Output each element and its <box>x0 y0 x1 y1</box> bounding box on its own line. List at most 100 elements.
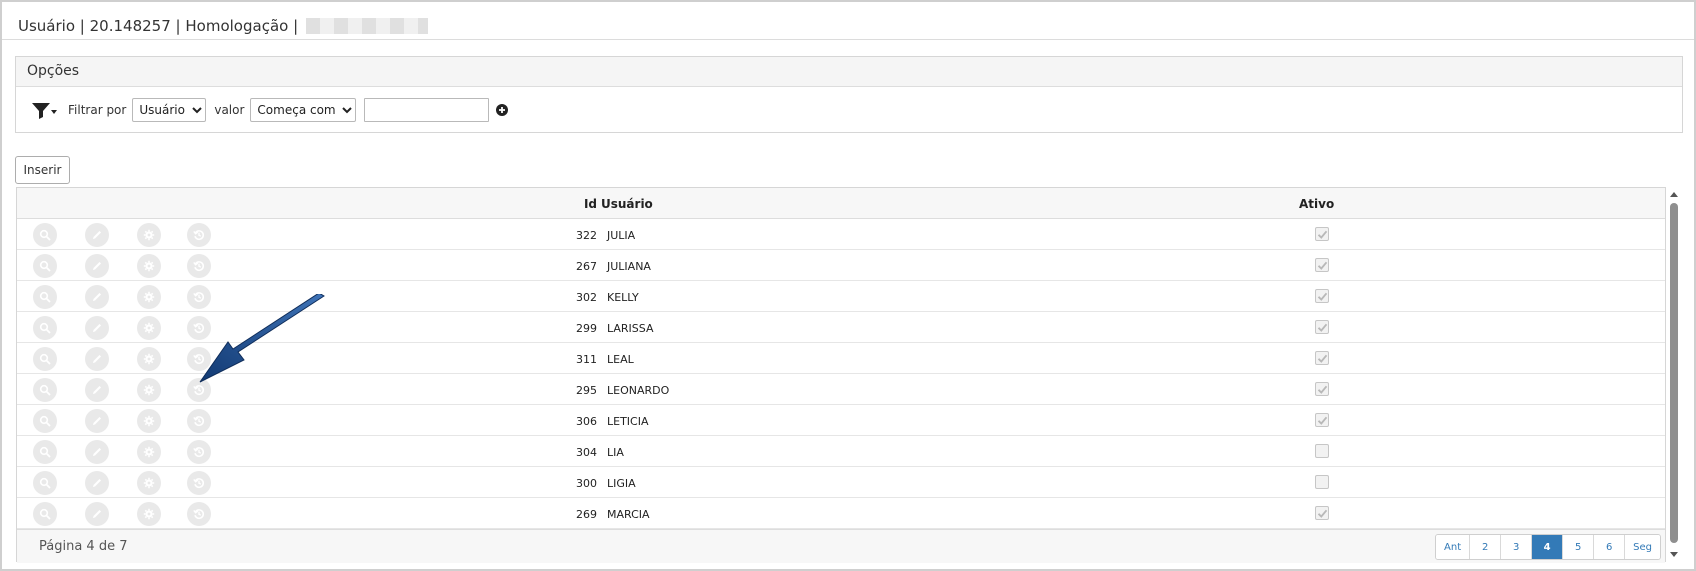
cell-user: LEONARDO <box>607 384 670 397</box>
row-gear-button[interactable] <box>137 347 161 371</box>
row-pencil-button[interactable] <box>85 254 109 278</box>
table-row[interactable]: 322 JULIA <box>17 219 1665 250</box>
cell-user: JULIA <box>607 229 636 242</box>
check-icon <box>1317 354 1327 363</box>
row-pencil-button[interactable] <box>85 440 109 464</box>
column-header-active[interactable]: Ativo <box>1299 197 1334 211</box>
filter-icon[interactable] <box>30 100 58 120</box>
search-icon <box>39 446 51 458</box>
check-icon <box>1317 323 1327 332</box>
search-icon <box>39 353 51 365</box>
row-gear-button[interactable] <box>137 471 161 495</box>
pencil-icon <box>93 479 101 487</box>
pencil-icon <box>93 231 101 239</box>
row-search-button[interactable] <box>33 316 57 340</box>
table-row[interactable]: 300 LIGIA <box>17 467 1665 498</box>
check-icon <box>1317 230 1327 239</box>
search-icon <box>39 415 51 427</box>
table-row[interactable]: 306 LETICIA <box>17 405 1665 436</box>
cell-user: KELLY <box>607 291 639 304</box>
row-search-button[interactable] <box>33 378 57 402</box>
filter-value-input[interactable] <box>364 98 490 122</box>
row-history-button[interactable] <box>187 409 211 433</box>
pagination-page-4[interactable]: 4 <box>1531 535 1563 559</box>
scroll-up-icon[interactable] <box>1669 189 1679 199</box>
gear-icon <box>143 477 155 489</box>
row-gear-button[interactable] <box>137 285 161 309</box>
history-icon <box>193 416 205 427</box>
cell-user: LARISSA <box>607 322 654 335</box>
row-history-button[interactable] <box>187 254 211 278</box>
row-gear-button[interactable] <box>137 502 161 526</box>
pencil-icon <box>93 355 101 363</box>
column-header-user[interactable]: Usuário <box>601 197 653 211</box>
row-gear-button[interactable] <box>137 254 161 278</box>
row-gear-button[interactable] <box>137 223 161 247</box>
cell-id: 306 <box>576 415 597 428</box>
table-row[interactable]: 267 JULIANA <box>17 250 1665 281</box>
row-search-button[interactable] <box>33 254 57 278</box>
scrollbar-thumb[interactable] <box>1670 203 1678 543</box>
pagination-prev-button[interactable]: Ant <box>1436 535 1470 559</box>
pagination-page-2[interactable]: 2 <box>1469 535 1501 559</box>
redacted-text <box>306 17 429 34</box>
column-header-id[interactable]: Id <box>567 197 597 211</box>
pagination-page-5[interactable]: 5 <box>1562 535 1594 559</box>
row-history-button[interactable] <box>187 471 211 495</box>
cell-id: 322 <box>576 229 597 242</box>
pencil-icon <box>93 417 101 425</box>
row-gear-button[interactable] <box>137 378 161 402</box>
row-pencil-button[interactable] <box>85 502 109 526</box>
table-row[interactable]: 304 LIA <box>17 436 1665 467</box>
gear-icon <box>143 508 155 520</box>
gear-icon <box>143 384 155 396</box>
table-row[interactable]: 269 MARCIA <box>17 498 1665 529</box>
grid-footer: Página 4 de 7 Ant 2 3 4 5 6 Seg <box>17 529 1665 563</box>
row-search-button[interactable] <box>33 502 57 526</box>
insert-button[interactable]: Inserir <box>15 156 70 184</box>
search-icon <box>39 229 51 241</box>
filter-operator-select[interactable]: Começa com <box>250 98 357 122</box>
vertical-scrollbar[interactable] <box>1667 187 1681 562</box>
row-search-button[interactable] <box>33 347 57 371</box>
gear-icon <box>143 229 155 241</box>
row-pencil-button[interactable] <box>85 347 109 371</box>
gear-icon <box>143 322 155 334</box>
row-search-button[interactable] <box>33 223 57 247</box>
cell-active-checkbox <box>1315 413 1329 427</box>
cell-active-checkbox <box>1315 506 1329 520</box>
gear-icon <box>143 260 155 272</box>
row-search-button[interactable] <box>33 471 57 495</box>
row-pencil-button[interactable] <box>85 378 109 402</box>
row-search-button[interactable] <box>33 285 57 309</box>
pencil-icon <box>93 448 101 456</box>
row-pencil-button[interactable] <box>85 223 109 247</box>
row-pencil-button[interactable] <box>85 409 109 433</box>
scroll-down-icon[interactable] <box>1669 550 1679 560</box>
history-icon <box>193 478 205 489</box>
pagination-page-3[interactable]: 3 <box>1500 535 1532 559</box>
gear-icon <box>143 353 155 365</box>
row-gear-button[interactable] <box>137 316 161 340</box>
history-icon <box>193 261 205 272</box>
pencil-icon <box>93 324 101 332</box>
pencil-icon <box>93 386 101 394</box>
row-search-button[interactable] <box>33 440 57 464</box>
row-gear-button[interactable] <box>137 409 161 433</box>
filter-field-select[interactable]: Usuário <box>132 98 207 122</box>
row-pencil-button[interactable] <box>85 316 109 340</box>
pagination-page-6[interactable]: 6 <box>1593 535 1625 559</box>
row-gear-button[interactable] <box>137 440 161 464</box>
search-icon <box>39 384 51 396</box>
row-history-button[interactable] <box>187 502 211 526</box>
gear-icon <box>143 291 155 303</box>
row-search-button[interactable] <box>33 409 57 433</box>
pagination-next-button[interactable]: Seg <box>1624 535 1660 559</box>
row-history-button[interactable] <box>187 223 211 247</box>
search-icon <box>39 477 51 489</box>
row-pencil-button[interactable] <box>85 471 109 495</box>
cell-id: 299 <box>576 322 597 335</box>
add-filter-icon[interactable] <box>495 103 509 117</box>
row-history-button[interactable] <box>187 440 211 464</box>
row-pencil-button[interactable] <box>85 285 109 309</box>
